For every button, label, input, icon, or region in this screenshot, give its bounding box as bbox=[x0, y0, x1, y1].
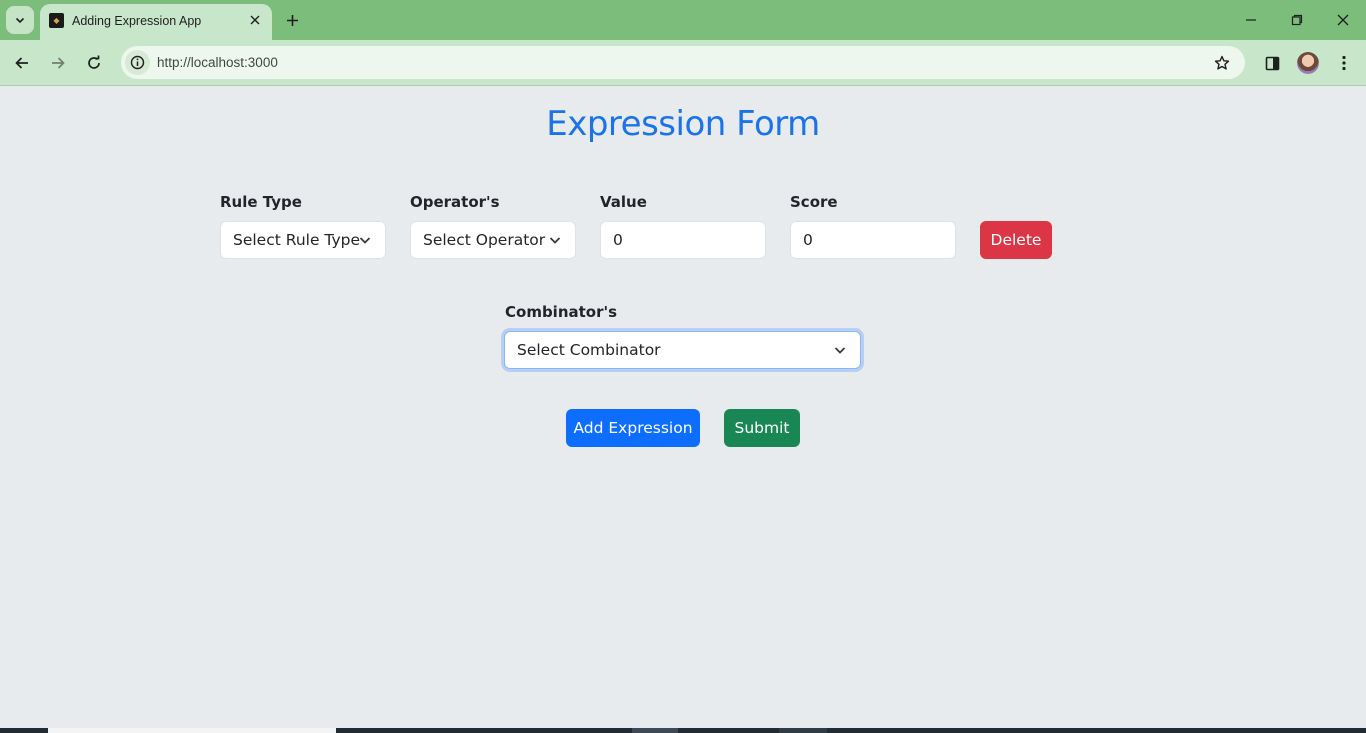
tab-close-button[interactable] bbox=[246, 11, 264, 29]
back-icon bbox=[15, 57, 28, 69]
page-title: Expression Form bbox=[546, 104, 820, 144]
close-icon bbox=[250, 15, 260, 25]
chevron-down-icon bbox=[359, 237, 371, 244]
rule-type-selected: Select Rule Type bbox=[233, 231, 361, 249]
combinator-select[interactable]: Select Combinator bbox=[504, 331, 861, 369]
address-bar[interactable]: http://localhost:3000 bbox=[121, 46, 1245, 79]
value-input-text: 0 bbox=[613, 231, 623, 249]
menu-dots-icon bbox=[1342, 55, 1346, 71]
browser-menu-button[interactable] bbox=[1332, 51, 1356, 75]
value-input[interactable]: 0 bbox=[600, 221, 766, 259]
restore-icon bbox=[1291, 14, 1303, 26]
tab-bar: ◆ Adding Expression App bbox=[0, 0, 1366, 40]
chevron-down-icon bbox=[834, 347, 846, 354]
close-icon bbox=[1337, 14, 1349, 26]
new-tab-button[interactable] bbox=[281, 9, 303, 31]
profile-avatar[interactable] bbox=[1297, 52, 1319, 74]
combinator-selected: Select Combinator bbox=[517, 341, 661, 359]
star-icon bbox=[1214, 55, 1230, 70]
plus-icon bbox=[286, 14, 298, 26]
tab-title: Adding Expression App bbox=[72, 14, 202, 28]
info-icon bbox=[130, 55, 145, 70]
rule-type-label: Rule Type bbox=[220, 193, 302, 211]
combinator-label: Combinator's bbox=[505, 303, 618, 321]
minimize-button[interactable] bbox=[1239, 8, 1263, 32]
chevron-down-icon bbox=[549, 237, 561, 244]
value-label: Value bbox=[600, 193, 647, 211]
taskbar-app[interactable] bbox=[632, 728, 678, 733]
operator-selected: Select Operator bbox=[423, 231, 546, 249]
browser-toolbar: http://localhost:3000 bbox=[0, 40, 1366, 86]
site-info-button[interactable] bbox=[125, 50, 150, 75]
forward-icon bbox=[52, 57, 65, 69]
tab-search-button[interactable] bbox=[6, 6, 34, 34]
forward-button[interactable] bbox=[46, 51, 70, 75]
reload-icon bbox=[88, 55, 100, 69]
reload-button[interactable] bbox=[82, 51, 106, 75]
os-taskbar bbox=[0, 728, 1366, 733]
score-label: Score bbox=[790, 193, 838, 211]
minimize-icon bbox=[1246, 19, 1256, 21]
side-panel-icon bbox=[1265, 56, 1279, 70]
operator-label: Operator's bbox=[410, 193, 500, 211]
operator-select[interactable]: Select Operator bbox=[410, 221, 576, 259]
back-button[interactable] bbox=[10, 51, 34, 75]
add-expression-button[interactable]: Add Expression bbox=[566, 409, 700, 447]
restore-button[interactable] bbox=[1285, 8, 1309, 32]
score-input[interactable]: 0 bbox=[790, 221, 956, 259]
browser-tab[interactable]: ◆ Adding Expression App bbox=[40, 4, 272, 40]
chevron-down-icon bbox=[15, 17, 25, 24]
submit-button[interactable]: Submit bbox=[724, 409, 800, 447]
score-input-text: 0 bbox=[803, 231, 813, 249]
side-panel-button[interactable] bbox=[1260, 51, 1284, 75]
delete-button[interactable]: Delete bbox=[980, 221, 1052, 259]
rule-type-select[interactable]: Select Rule Type bbox=[220, 221, 386, 259]
url-text: http://localhost:3000 bbox=[157, 55, 278, 70]
bookmark-button[interactable] bbox=[1211, 52, 1233, 74]
close-window-button[interactable] bbox=[1331, 8, 1355, 32]
app-favicon-icon: ◆ bbox=[49, 13, 64, 28]
taskbar-app[interactable] bbox=[779, 728, 827, 733]
taskbar-window[interactable] bbox=[48, 728, 336, 733]
